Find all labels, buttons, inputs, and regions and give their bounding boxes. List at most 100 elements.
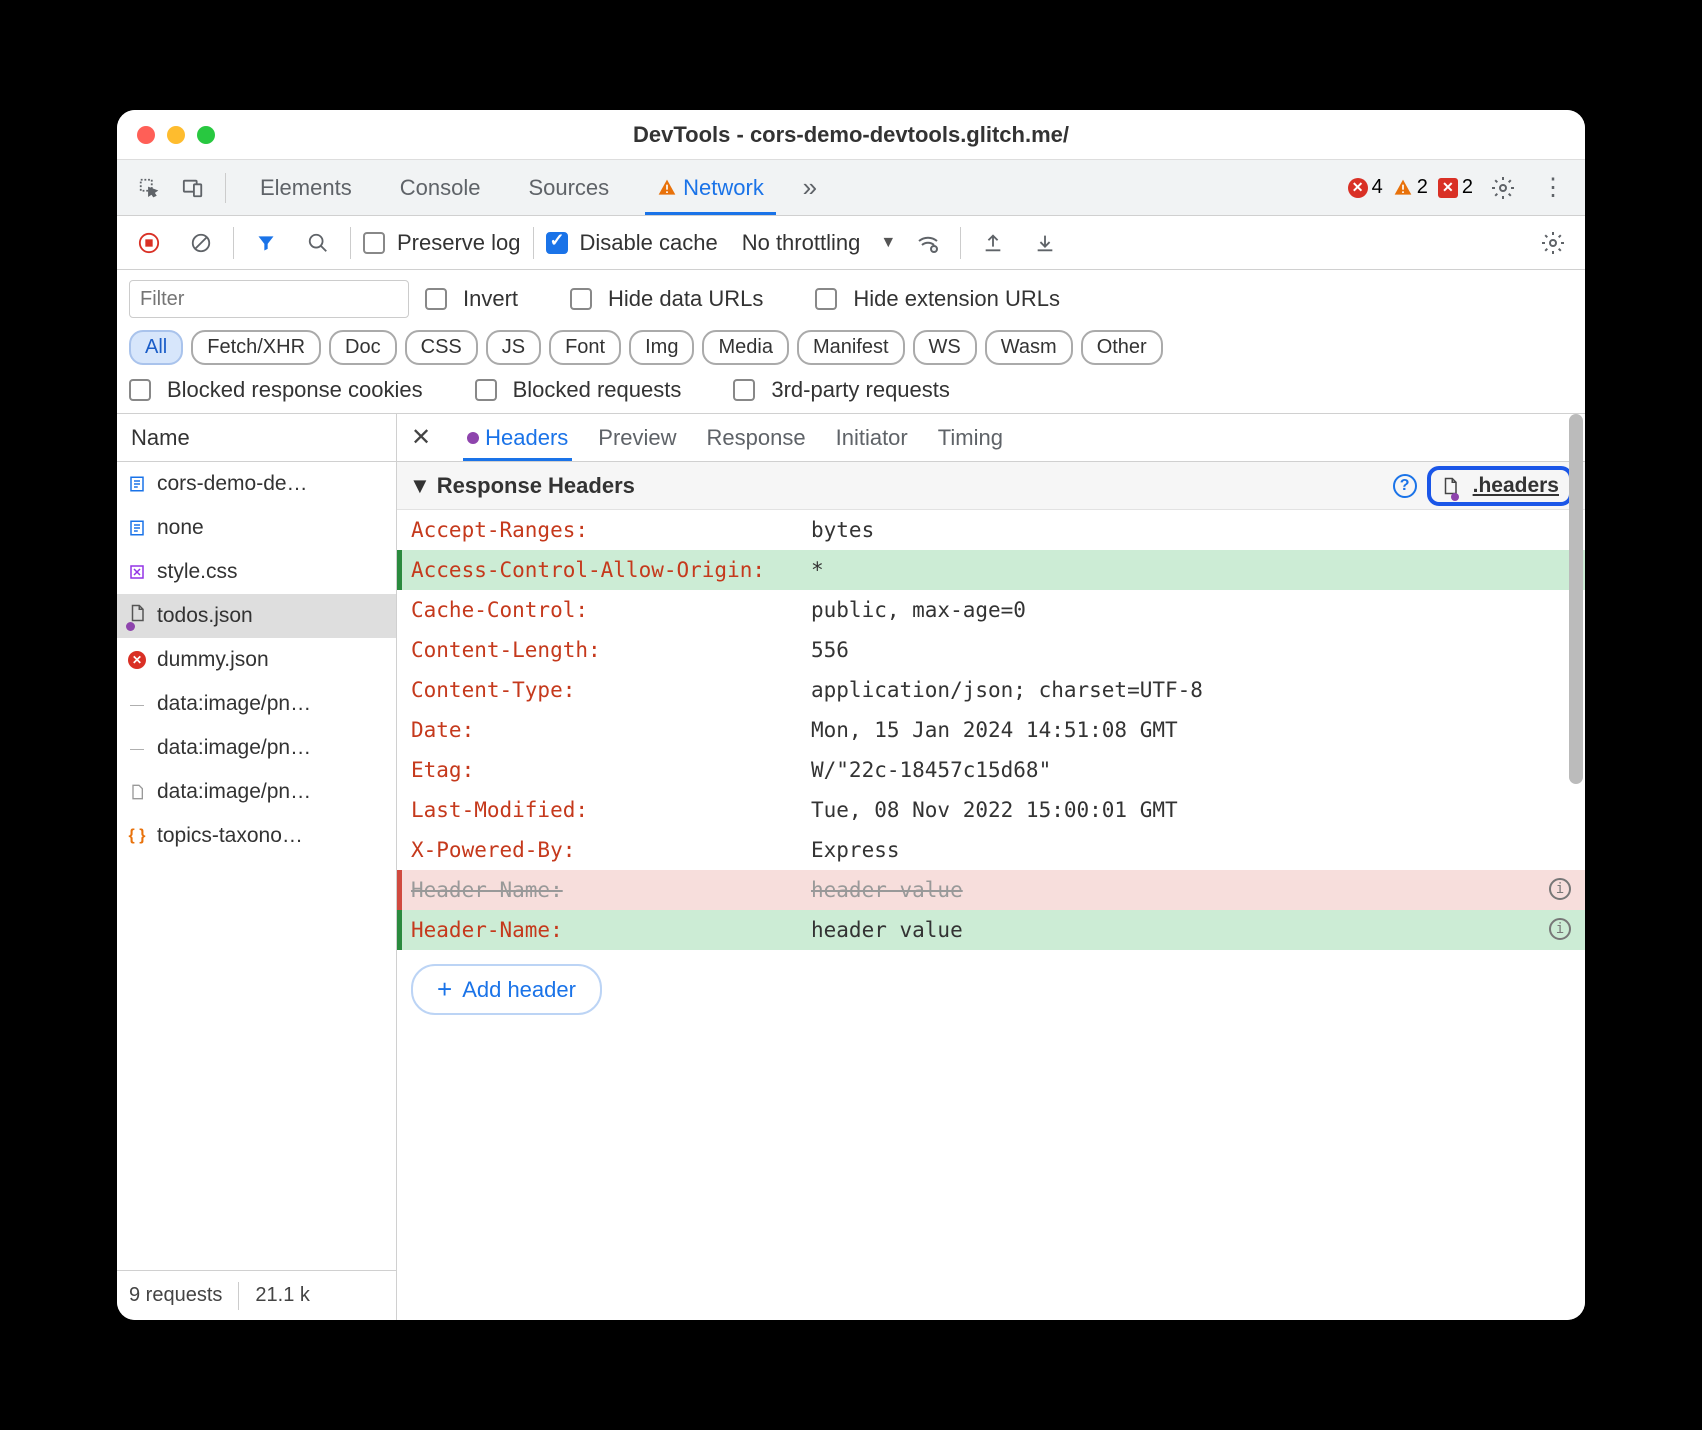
request-name: todos.json [157,604,253,628]
request-type-icon: ✕ [127,650,147,670]
device-toggle-icon[interactable] [173,168,213,208]
headers-file-link[interactable]: .headers [1427,466,1573,506]
blocked-cookies-checkbox[interactable] [129,379,151,401]
request-item[interactable]: todos.json [117,594,396,638]
maximize-window-button[interactable] [197,126,215,144]
type-pill-other[interactable]: Other [1081,330,1163,365]
request-type-icon [127,474,147,494]
detail-tab-preview[interactable]: Preview [598,414,676,461]
request-item[interactable]: none [117,506,396,550]
filter-input[interactable] [129,280,409,318]
header-row[interactable]: Access-Control-Allow-Origin:* [397,550,1585,590]
third-party-label: 3rd-party requests [771,377,950,403]
clear-button[interactable] [181,223,221,263]
header-row[interactable]: Accept-Ranges:bytes [397,510,1585,550]
error-badges: ✕4 2 ✕2 ⋮ [1348,168,1573,208]
header-row[interactable]: Etag:W/"22c-18457c15d68" [397,750,1585,790]
search-icon[interactable] [298,223,338,263]
header-row[interactable]: Content-Type:application/json; charset=U… [397,670,1585,710]
invert-checkbox[interactable] [425,288,447,310]
help-icon[interactable]: ? [1393,474,1417,498]
header-key: Cache-Control: [411,598,811,622]
type-pill-ws[interactable]: WS [913,330,977,365]
type-pill-media[interactable]: Media [702,330,788,365]
close-detail-button[interactable]: ✕ [411,423,431,452]
scrollbar[interactable] [1569,414,1583,1320]
type-pill-img[interactable]: Img [629,330,694,365]
request-type-icon [127,518,147,538]
settings-icon[interactable] [1483,168,1523,208]
headers-list: Accept-Ranges:bytesAccess-Control-Allow-… [397,510,1585,950]
request-item[interactable]: —data:image/pn… [117,682,396,726]
request-item[interactable]: ✕dummy.json [117,638,396,682]
disclosure-triangle-icon[interactable]: ▼ [409,473,431,499]
request-item[interactable]: { }topics-taxono… [117,814,396,858]
add-header-button[interactable]: + Add header [411,964,602,1015]
add-header-label: Add header [462,977,576,1003]
info-icon[interactable]: i [1549,878,1571,900]
header-row[interactable]: X-Powered-By:Express [397,830,1585,870]
main-tabs: Elements Console Sources Network » ✕4 2 … [117,160,1585,216]
header-row[interactable]: Content-Length:556 [397,630,1585,670]
tab-elements[interactable]: Elements [238,160,374,215]
header-key: Content-Length: [411,638,811,662]
request-item[interactable]: cors-demo-de… [117,462,396,506]
tab-network[interactable]: Network [635,160,786,215]
request-item[interactable]: data:image/pn… [117,770,396,814]
preserve-log-checkbox[interactable] [363,232,385,254]
name-column-header[interactable]: Name [117,414,396,462]
warnings-badge[interactable]: 2 [1393,176,1428,199]
request-name: data:image/pn… [157,692,311,716]
detail-tab-timing[interactable]: Timing [938,414,1003,461]
close-window-button[interactable] [137,126,155,144]
blocked-requests-checkbox[interactable] [475,379,497,401]
header-key: Access-Control-Allow-Origin: [411,558,811,582]
header-value: application/json; charset=UTF-8 [811,678,1571,702]
tab-sources[interactable]: Sources [506,160,631,215]
filter-toggle-icon[interactable] [246,223,286,263]
kebab-menu-icon[interactable]: ⋮ [1533,168,1573,208]
type-pill-js[interactable]: JS [486,330,541,365]
detail-tab-response[interactable]: Response [707,414,806,461]
more-tabs-icon[interactable]: » [790,168,830,208]
request-type-icon: — [127,738,147,758]
header-row[interactable]: Last-Modified:Tue, 08 Nov 2022 15:00:01 … [397,790,1585,830]
type-pill-doc[interactable]: Doc [329,330,397,365]
modified-indicator-icon [467,432,479,444]
tab-console[interactable]: Console [378,160,503,215]
type-pill-font[interactable]: Font [549,330,621,365]
type-pill-fetchxhr[interactable]: Fetch/XHR [191,330,321,365]
chevron-down-icon[interactable]: ▼ [880,234,896,252]
download-icon[interactable] [1025,223,1065,263]
panel-settings-icon[interactable] [1533,223,1573,263]
header-row[interactable]: Date:Mon, 15 Jan 2024 14:51:08 GMT [397,710,1585,750]
request-item[interactable]: —data:image/pn… [117,726,396,770]
disable-cache-checkbox[interactable] [546,232,568,254]
errors-badge[interactable]: ✕4 [1348,176,1383,199]
type-pill-manifest[interactable]: Manifest [797,330,905,365]
hide-extension-urls-checkbox[interactable] [815,288,837,310]
header-value: 556 [811,638,1571,662]
hide-data-urls-checkbox[interactable] [570,288,592,310]
third-party-checkbox[interactable] [733,379,755,401]
minimize-window-button[interactable] [167,126,185,144]
header-row[interactable]: Header-Name:header valuei [397,910,1585,950]
inspect-icon[interactable] [129,168,169,208]
scrollbar-thumb[interactable] [1569,414,1583,784]
info-icon[interactable]: i [1549,918,1571,940]
request-item[interactable]: style.css [117,550,396,594]
wifi-settings-icon[interactable] [908,223,948,263]
type-pill-wasm[interactable]: Wasm [985,330,1073,365]
type-pill-all[interactable]: All [129,330,183,365]
header-row[interactable]: Header-Name:header valuei [397,870,1585,910]
record-button[interactable] [129,223,169,263]
header-row[interactable]: Cache-Control:public, max-age=0 [397,590,1585,630]
throttling-select[interactable]: No throttling [742,230,861,256]
issues-badge[interactable]: ✕2 [1438,176,1473,199]
upload-icon[interactable] [973,223,1013,263]
hide-extension-urls-label: Hide extension URLs [853,286,1060,312]
type-pill-css[interactable]: CSS [405,330,478,365]
detail-tab-initiator[interactable]: Initiator [836,414,908,461]
response-headers-section[interactable]: ▼ Response Headers ? .headers [397,462,1585,510]
detail-tab-headers[interactable]: Headers [467,414,568,461]
